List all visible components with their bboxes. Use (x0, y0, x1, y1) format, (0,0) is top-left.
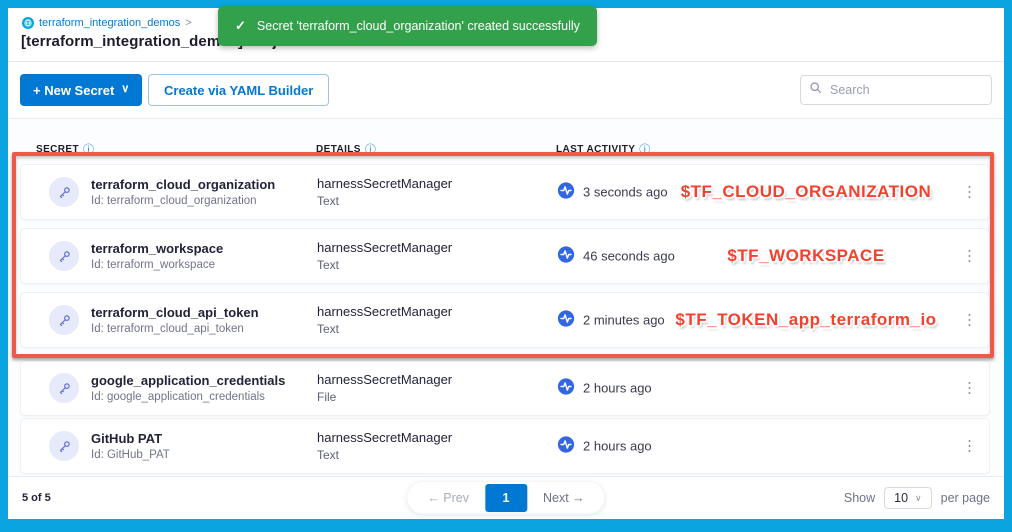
column-header-details: DETAILSⓘ (316, 141, 376, 157)
show-label: Show (844, 491, 875, 505)
table-row-github-pat[interactable]: GitHub PAT Id: GitHub_PAT harnessSecretMa… (20, 418, 990, 474)
info-icon[interactable]: ⓘ (83, 141, 94, 157)
row-menu-button[interactable]: ⋮ (958, 377, 981, 400)
page-number-button[interactable]: 1 (485, 484, 527, 512)
page-size-select[interactable]: 10 ∨ (884, 487, 932, 509)
check-icon: ✓ (235, 18, 246, 34)
info-icon[interactable]: ⓘ (365, 141, 376, 157)
secret-type: Text (317, 448, 452, 462)
table-row-terraform-workspace[interactable]: terraform_workspace Id: terraform_workspa… (20, 228, 990, 284)
last-activity: 2 hours ago (583, 381, 652, 396)
new-secret-button[interactable]: + New Secret ∨ (20, 74, 142, 106)
secret-type: Text (317, 258, 452, 272)
secret-type: Text (317, 194, 452, 208)
yaml-builder-button[interactable]: Create via YAML Builder (148, 74, 329, 106)
breadcrumb-project-link[interactable]: terraform_integration_demos (39, 17, 180, 29)
page-size-value: 10 (894, 491, 908, 505)
chevron-down-icon: ∨ (915, 493, 922, 504)
page-size-control: Show 10 ∨ per page (844, 487, 990, 509)
key-icon (49, 241, 79, 271)
secret-name: terraform_workspace (91, 241, 223, 256)
search-icon (809, 81, 822, 99)
prev-page-button[interactable]: ← Prev (411, 491, 485, 505)
secret-type: File (317, 390, 452, 404)
search-box[interactable] (800, 75, 992, 105)
search-input[interactable] (828, 82, 993, 98)
row-menu-button[interactable]: ⋮ (958, 435, 981, 458)
secret-id: Id: terraform_cloud_api_token (91, 323, 259, 335)
caret-down-icon: ∨ (121, 82, 129, 95)
secret-id: Id: GitHub_PAT (91, 449, 170, 461)
activity-icon (557, 246, 575, 267)
column-header-secret: SECRETⓘ (36, 141, 94, 157)
activity-icon (557, 436, 575, 457)
secret-name: GitHub PAT (91, 431, 170, 446)
screenshot-frame: terraform_integration_demos > [terraform… (0, 0, 1012, 532)
table-row-terraform-cloud-organization[interactable]: terraform_cloud_organization Id: terrafor… (20, 164, 990, 220)
activity-icon (557, 310, 575, 331)
secret-id: Id: google_application_credentials (91, 391, 285, 403)
secret-manager: harnessSecretManager (317, 430, 452, 445)
header-divider (8, 61, 1004, 62)
key-icon (49, 177, 79, 207)
new-secret-label: + New Secret (33, 83, 114, 98)
pagination: ← Prev 1 Next → (407, 482, 604, 514)
secret-name: google_application_credentials (91, 373, 285, 388)
page: terraform_integration_demos > [terraform… (8, 8, 1004, 519)
secret-id: Id: terraform_cloud_organization (91, 195, 275, 207)
success-toast: ✓ Secret 'terraform_cloud_organization' … (218, 6, 597, 46)
activity-icon (557, 182, 575, 203)
secret-type: Text (317, 322, 452, 336)
table-row-terraform-cloud-api-token[interactable]: terraform_cloud_api_token Id: terraform_c… (20, 292, 990, 348)
env-var-annotation: $TF_CLOUD_ORGANIZATION (621, 182, 991, 202)
last-activity: 2 hours ago (583, 439, 652, 454)
key-icon (49, 373, 79, 403)
row-count: 5 of 5 (22, 492, 51, 504)
secret-manager: harnessSecretManager (317, 304, 452, 319)
key-icon (49, 305, 79, 335)
secret-manager: harnessSecretManager (317, 372, 452, 387)
secret-name: terraform_cloud_organization (91, 177, 275, 192)
key-icon (49, 431, 79, 461)
activity-icon (557, 378, 575, 399)
secret-manager: harnessSecretManager (317, 176, 452, 191)
column-header-last-activity: LAST ACTIVITYⓘ (556, 141, 651, 157)
env-var-annotation: $TF_TOKEN_app_terraform_io (621, 310, 991, 330)
table-row-google-application-credentials[interactable]: google_application_credentials Id: google… (20, 360, 990, 416)
toast-message: Secret 'terraform_cloud_organization' cr… (257, 19, 580, 33)
info-icon[interactable]: ⓘ (639, 141, 650, 157)
footer: 5 of 5 ← Prev 1 Next → Show 10 ∨ per pag… (8, 476, 1004, 519)
breadcrumb-separator: > (185, 17, 191, 29)
secret-name: terraform_cloud_api_token (91, 305, 259, 320)
breadcrumb: terraform_integration_demos > (22, 17, 192, 29)
secret-manager: harnessSecretManager (317, 240, 452, 255)
per-page-label: per page (941, 491, 990, 505)
env-var-annotation: $TF_WORKSPACE (621, 246, 991, 266)
secret-id: Id: terraform_workspace (91, 259, 223, 271)
next-page-button[interactable]: Next → (527, 491, 601, 505)
project-icon (22, 17, 34, 29)
